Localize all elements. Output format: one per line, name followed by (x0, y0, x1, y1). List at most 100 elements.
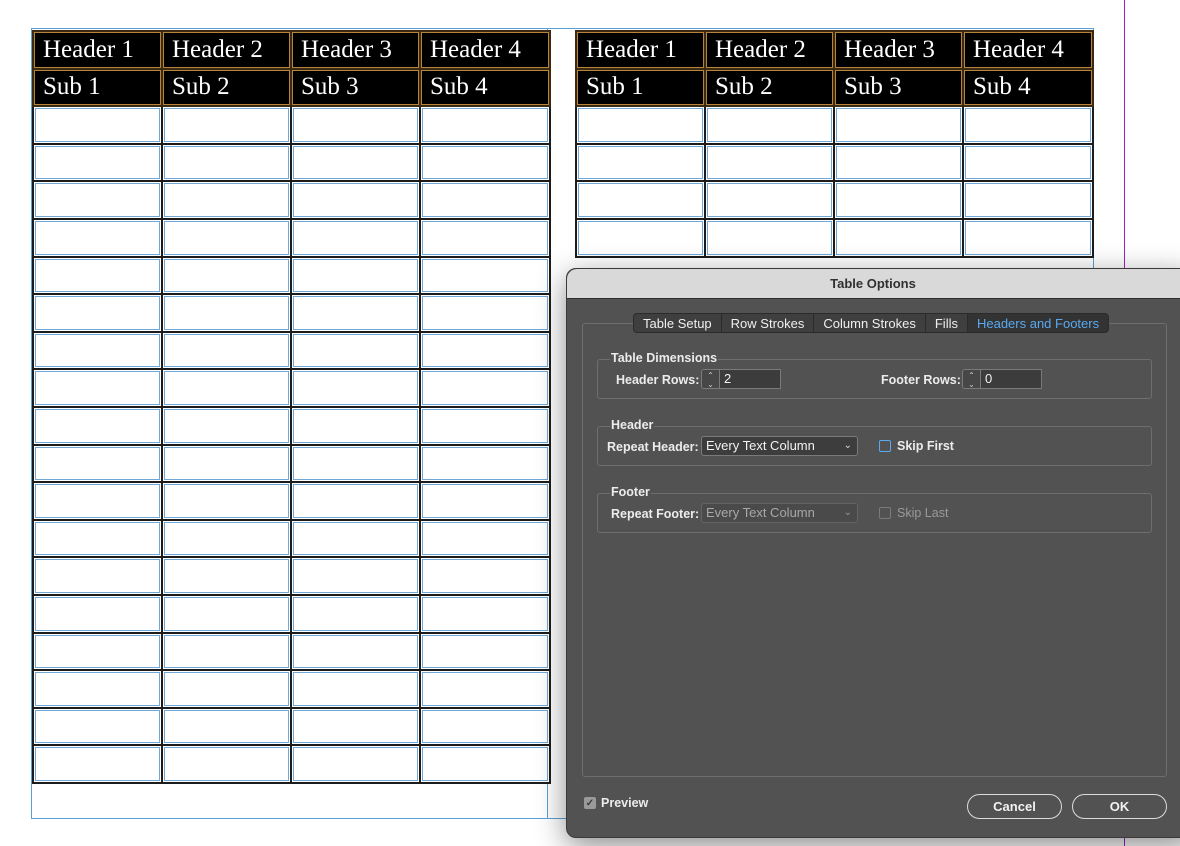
table-cell[interactable] (290, 105, 421, 145)
table-cell[interactable] (833, 217, 964, 258)
table-cell[interactable] (32, 255, 163, 296)
table-cell[interactable] (290, 631, 421, 672)
table-cell[interactable] (290, 518, 421, 559)
header-cell[interactable]: Header 3 (833, 30, 964, 70)
table-cell[interactable] (32, 293, 163, 333)
table-cell[interactable] (161, 631, 292, 672)
cancel-button[interactable]: Cancel (967, 794, 1062, 819)
subheader-cell[interactable]: Sub 4 (419, 67, 551, 108)
table-cell[interactable] (419, 518, 551, 559)
tab-fills[interactable]: Fills (926, 314, 968, 332)
header-rows-field[interactable]: 2 (719, 369, 781, 389)
table-cell[interactable] (290, 443, 421, 484)
table-cell[interactable] (575, 180, 706, 220)
table-cell[interactable] (962, 217, 1094, 258)
right-table[interactable]: Header 1 Header 2 Header 3 Header 4 Sub … (575, 30, 1094, 258)
header-cell[interactable]: Header 1 (32, 30, 163, 70)
table-cell[interactable] (32, 744, 163, 784)
table-cell[interactable] (575, 217, 706, 258)
table-cell[interactable] (704, 217, 835, 258)
table-cell[interactable] (32, 217, 163, 258)
table-cell[interactable] (32, 368, 163, 408)
left-table[interactable]: Header 1 Header 2 Header 3 Header 4 Sub … (32, 30, 551, 784)
table-cell[interactable] (161, 556, 292, 596)
table-cell[interactable] (419, 744, 551, 784)
table-cell[interactable] (161, 706, 292, 747)
header-cell[interactable]: Header 2 (161, 30, 292, 70)
table-cell[interactable] (32, 481, 163, 521)
table-cell[interactable] (419, 443, 551, 484)
header-cell[interactable]: Header 4 (419, 30, 551, 70)
table-cell[interactable] (161, 293, 292, 333)
table-cell[interactable] (575, 105, 706, 145)
table-cell[interactable] (32, 669, 163, 709)
table-cell[interactable] (419, 669, 551, 709)
table-cell[interactable] (962, 180, 1094, 220)
table-cell[interactable] (32, 142, 163, 183)
table-cell[interactable] (419, 105, 551, 145)
table-cell[interactable] (419, 556, 551, 596)
subheader-cell[interactable]: Sub 4 (962, 67, 1094, 108)
table-cell[interactable] (290, 481, 421, 521)
table-cell[interactable] (290, 556, 421, 596)
table-cell[interactable] (32, 105, 163, 145)
table-cell[interactable] (290, 405, 421, 446)
table-cell[interactable] (419, 255, 551, 296)
table-cell[interactable] (32, 443, 163, 484)
table-cell[interactable] (419, 217, 551, 258)
subheader-cell[interactable]: Sub 3 (833, 67, 964, 108)
table-cell[interactable] (290, 255, 421, 296)
table-cell[interactable] (161, 217, 292, 258)
tab-row-strokes[interactable]: Row Strokes (722, 314, 815, 332)
subheader-cell[interactable]: Sub 1 (32, 67, 163, 108)
repeat-header-select[interactable]: Every Text Column ⌄ (701, 436, 858, 456)
table-cell[interactable] (161, 669, 292, 709)
table-cell[interactable] (419, 481, 551, 521)
tab-headers-and-footers[interactable]: Headers and Footers (967, 314, 1109, 332)
table-cell[interactable] (419, 405, 551, 446)
table-cell[interactable] (290, 180, 421, 220)
table-cell[interactable] (161, 744, 292, 784)
table-cell[interactable] (419, 631, 551, 672)
table-cell[interactable] (419, 368, 551, 408)
table-cell[interactable] (161, 330, 292, 371)
repeat-footer-select[interactable]: Every Text Column ⌄ (701, 503, 858, 523)
table-cell[interactable] (704, 142, 835, 183)
table-cell[interactable] (161, 405, 292, 446)
header-cell[interactable]: Header 3 (290, 30, 421, 70)
table-cell[interactable] (419, 593, 551, 634)
footer-rows-stepper[interactable]: ⌃ ⌄ (962, 369, 980, 389)
table-cell[interactable] (32, 556, 163, 596)
table-cell[interactable] (161, 180, 292, 220)
subheader-cell[interactable]: Sub 3 (290, 67, 421, 108)
table-cell[interactable] (419, 142, 551, 183)
table-cell[interactable] (32, 180, 163, 220)
table-cell[interactable] (419, 293, 551, 333)
table-cell[interactable] (575, 142, 706, 183)
table-cell[interactable] (704, 180, 835, 220)
table-cell[interactable] (290, 706, 421, 747)
table-cell[interactable] (32, 330, 163, 371)
header-rows-stepper[interactable]: ⌃ ⌄ (701, 369, 719, 389)
table-cell[interactable] (833, 180, 964, 220)
skip-first-checkbox[interactable] (879, 440, 891, 452)
table-cell[interactable] (290, 744, 421, 784)
table-cell[interactable] (419, 330, 551, 371)
table-cell[interactable] (290, 217, 421, 258)
subheader-cell[interactable]: Sub 2 (161, 67, 292, 108)
table-cell[interactable] (290, 330, 421, 371)
table-cell[interactable] (290, 368, 421, 408)
table-cell[interactable] (161, 481, 292, 521)
ok-button[interactable]: OK (1072, 794, 1167, 819)
table-cell[interactable] (833, 105, 964, 145)
footer-rows-field[interactable]: 0 (980, 369, 1042, 389)
table-cell[interactable] (32, 405, 163, 446)
table-cell[interactable] (161, 142, 292, 183)
table-cell[interactable] (290, 669, 421, 709)
table-cell[interactable] (962, 105, 1094, 145)
subheader-cell[interactable]: Sub 1 (575, 67, 706, 108)
table-cell[interactable] (161, 443, 292, 484)
subheader-cell[interactable]: Sub 2 (704, 67, 835, 108)
header-cell[interactable]: Header 2 (704, 30, 835, 70)
table-cell[interactable] (161, 593, 292, 634)
